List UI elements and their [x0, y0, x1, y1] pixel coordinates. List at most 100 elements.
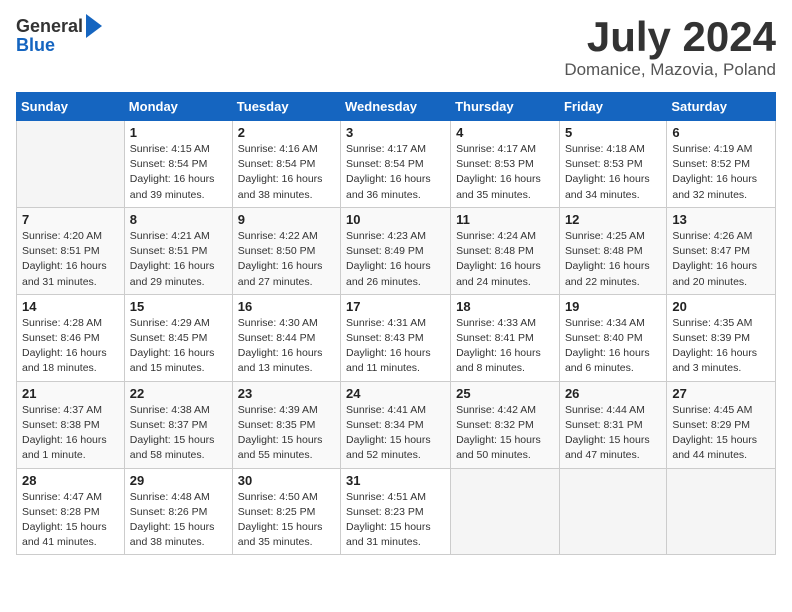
- day-header-sunday: Sunday: [17, 93, 125, 121]
- day-number: 1: [130, 125, 227, 140]
- title-block: July 2024 Domanice, Mazovia, Poland: [564, 16, 776, 80]
- calendar-location: Domanice, Mazovia, Poland: [564, 60, 776, 80]
- day-number: 14: [22, 299, 119, 314]
- day-number: 27: [672, 386, 770, 401]
- day-number: 15: [130, 299, 227, 314]
- day-number: 26: [565, 386, 661, 401]
- calendar-cell: [559, 468, 666, 555]
- day-header-wednesday: Wednesday: [341, 93, 451, 121]
- day-detail: Sunrise: 4:44 AM Sunset: 8:31 PM Dayligh…: [565, 403, 661, 464]
- day-number: 29: [130, 473, 227, 488]
- logo-text-general: General: [16, 17, 83, 37]
- calendar-cell: 16 Sunrise: 4:30 AM Sunset: 8:44 PM Dayli…: [232, 294, 340, 381]
- calendar-title: July 2024: [564, 16, 776, 58]
- day-detail: Sunrise: 4:42 AM Sunset: 8:32 PM Dayligh…: [456, 403, 554, 464]
- day-detail: Sunrise: 4:45 AM Sunset: 8:29 PM Dayligh…: [672, 403, 770, 464]
- day-detail: Sunrise: 4:19 AM Sunset: 8:52 PM Dayligh…: [672, 142, 770, 203]
- calendar-cell: 21 Sunrise: 4:37 AM Sunset: 8:38 PM Dayli…: [17, 381, 125, 468]
- calendar-cell: 14 Sunrise: 4:28 AM Sunset: 8:46 PM Dayli…: [17, 294, 125, 381]
- day-detail: Sunrise: 4:22 AM Sunset: 8:50 PM Dayligh…: [238, 229, 335, 290]
- day-number: 12: [565, 212, 661, 227]
- day-number: 21: [22, 386, 119, 401]
- day-number: 18: [456, 299, 554, 314]
- day-number: 16: [238, 299, 335, 314]
- day-detail: Sunrise: 4:34 AM Sunset: 8:40 PM Dayligh…: [565, 316, 661, 377]
- day-detail: Sunrise: 4:23 AM Sunset: 8:49 PM Dayligh…: [346, 229, 445, 290]
- day-detail: Sunrise: 4:15 AM Sunset: 8:54 PM Dayligh…: [130, 142, 227, 203]
- day-number: 24: [346, 386, 445, 401]
- calendar-cell: 10 Sunrise: 4:23 AM Sunset: 8:49 PM Dayli…: [341, 207, 451, 294]
- calendar-cell: 9 Sunrise: 4:22 AM Sunset: 8:50 PM Daylig…: [232, 207, 340, 294]
- calendar-cell: 4Sunrise: 4:17 AM Sunset: 8:53 PM Daylig…: [451, 121, 560, 208]
- calendar-cell: 11 Sunrise: 4:24 AM Sunset: 8:48 PM Dayli…: [451, 207, 560, 294]
- calendar-cell: 24 Sunrise: 4:41 AM Sunset: 8:34 PM Dayli…: [341, 381, 451, 468]
- calendar-cell: 5 Sunrise: 4:18 AM Sunset: 8:53 PM Daylig…: [559, 121, 666, 208]
- day-number: 5: [565, 125, 661, 140]
- logo-arrow-icon: [86, 14, 102, 38]
- calendar-cell: 23Sunrise: 4:39 AM Sunset: 8:35 PM Dayli…: [232, 381, 340, 468]
- day-number: 2: [238, 125, 335, 140]
- day-detail: Sunrise: 4:41 AM Sunset: 8:34 PM Dayligh…: [346, 403, 445, 464]
- calendar-cell: 13Sunrise: 4:26 AM Sunset: 8:47 PM Dayli…: [667, 207, 776, 294]
- day-header-saturday: Saturday: [667, 93, 776, 121]
- day-number: 25: [456, 386, 554, 401]
- day-number: 9: [238, 212, 335, 227]
- day-number: 19: [565, 299, 661, 314]
- day-detail: Sunrise: 4:48 AM Sunset: 8:26 PM Dayligh…: [130, 490, 227, 551]
- calendar-cell: 29 Sunrise: 4:48 AM Sunset: 8:26 PM Dayli…: [124, 468, 232, 555]
- calendar-cell: [451, 468, 560, 555]
- day-number: 7: [22, 212, 119, 227]
- day-number: 10: [346, 212, 445, 227]
- day-number: 28: [22, 473, 119, 488]
- day-number: 23: [238, 386, 335, 401]
- day-number: 3: [346, 125, 445, 140]
- calendar-week-row: 21 Sunrise: 4:37 AM Sunset: 8:38 PM Dayli…: [17, 381, 776, 468]
- day-detail: Sunrise: 4:18 AM Sunset: 8:53 PM Dayligh…: [565, 142, 661, 203]
- day-detail: Sunrise: 4:25 AM Sunset: 8:48 PM Dayligh…: [565, 229, 661, 290]
- day-detail: Sunrise: 4:51 AM Sunset: 8:23 PM Dayligh…: [346, 490, 445, 551]
- calendar-cell: 20 Sunrise: 4:35 AM Sunset: 8:39 PM Dayli…: [667, 294, 776, 381]
- day-number: 11: [456, 212, 554, 227]
- day-header-friday: Friday: [559, 93, 666, 121]
- day-header-tuesday: Tuesday: [232, 93, 340, 121]
- calendar-cell: 8Sunrise: 4:21 AM Sunset: 8:51 PM Daylig…: [124, 207, 232, 294]
- calendar-week-row: 1 Sunrise: 4:15 AM Sunset: 8:54 PM Daylig…: [17, 121, 776, 208]
- calendar-cell: [667, 468, 776, 555]
- day-number: 22: [130, 386, 227, 401]
- day-detail: Sunrise: 4:30 AM Sunset: 8:44 PM Dayligh…: [238, 316, 335, 377]
- calendar-table: SundayMondayTuesdayWednesdayThursdayFrid…: [16, 92, 776, 555]
- day-detail: Sunrise: 4:50 AM Sunset: 8:25 PM Dayligh…: [238, 490, 335, 551]
- calendar-week-row: 14 Sunrise: 4:28 AM Sunset: 8:46 PM Dayli…: [17, 294, 776, 381]
- calendar-cell: 3 Sunrise: 4:17 AM Sunset: 8:54 PM Daylig…: [341, 121, 451, 208]
- day-number: 30: [238, 473, 335, 488]
- calendar-cell: 1 Sunrise: 4:15 AM Sunset: 8:54 PM Daylig…: [124, 121, 232, 208]
- day-detail: Sunrise: 4:17 AM Sunset: 8:54 PM Dayligh…: [346, 142, 445, 203]
- day-detail: Sunrise: 4:16 AM Sunset: 8:54 PM Dayligh…: [238, 142, 335, 203]
- day-detail: Sunrise: 4:33 AM Sunset: 8:41 PM Dayligh…: [456, 316, 554, 377]
- calendar-body: 1 Sunrise: 4:15 AM Sunset: 8:54 PM Daylig…: [17, 121, 776, 555]
- day-number: 17: [346, 299, 445, 314]
- day-detail: Sunrise: 4:21 AM Sunset: 8:51 PM Dayligh…: [130, 229, 227, 290]
- day-number: 20: [672, 299, 770, 314]
- day-number: 6: [672, 125, 770, 140]
- day-detail: Sunrise: 4:35 AM Sunset: 8:39 PM Dayligh…: [672, 316, 770, 377]
- logo: General Blue: [16, 16, 102, 56]
- calendar-cell: 25 Sunrise: 4:42 AM Sunset: 8:32 PM Dayli…: [451, 381, 560, 468]
- logo-text-blue: Blue: [16, 36, 55, 56]
- calendar-cell: 15 Sunrise: 4:29 AM Sunset: 8:45 PM Dayli…: [124, 294, 232, 381]
- day-header-monday: Monday: [124, 93, 232, 121]
- day-detail: Sunrise: 4:28 AM Sunset: 8:46 PM Dayligh…: [22, 316, 119, 377]
- calendar-cell: 30 Sunrise: 4:50 AM Sunset: 8:25 PM Dayli…: [232, 468, 340, 555]
- page-header: General Blue July 2024 Domanice, Mazovia…: [16, 16, 776, 80]
- day-detail: Sunrise: 4:37 AM Sunset: 8:38 PM Dayligh…: [22, 403, 119, 464]
- day-detail: Sunrise: 4:31 AM Sunset: 8:43 PM Dayligh…: [346, 316, 445, 377]
- calendar-cell: 6 Sunrise: 4:19 AM Sunset: 8:52 PM Daylig…: [667, 121, 776, 208]
- day-detail: Sunrise: 4:26 AM Sunset: 8:47 PM Dayligh…: [672, 229, 770, 290]
- day-detail: Sunrise: 4:24 AM Sunset: 8:48 PM Dayligh…: [456, 229, 554, 290]
- calendar-cell: 7Sunrise: 4:20 AM Sunset: 8:51 PM Daylig…: [17, 207, 125, 294]
- day-number: 4: [456, 125, 554, 140]
- day-detail: Sunrise: 4:29 AM Sunset: 8:45 PM Dayligh…: [130, 316, 227, 377]
- calendar-cell: 28 Sunrise: 4:47 AM Sunset: 8:28 PM Dayli…: [17, 468, 125, 555]
- calendar-cell: 27 Sunrise: 4:45 AM Sunset: 8:29 PM Dayli…: [667, 381, 776, 468]
- day-detail: Sunrise: 4:47 AM Sunset: 8:28 PM Dayligh…: [22, 490, 119, 551]
